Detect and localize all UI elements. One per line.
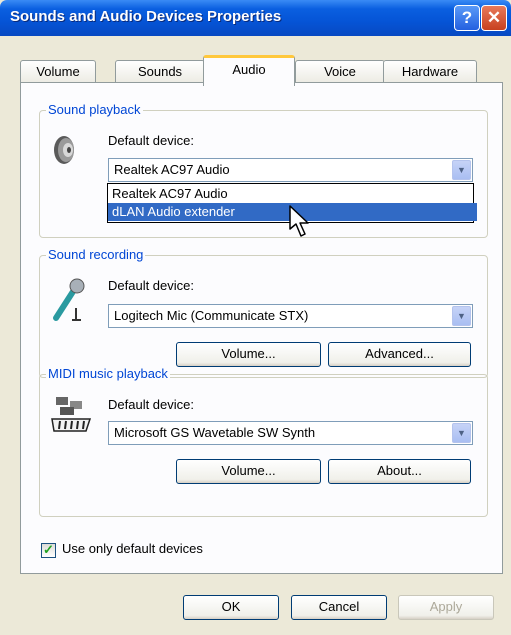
tab-hardware[interactable]: Hardware xyxy=(383,60,477,83)
playback-device-value: Realtek AC97 Audio xyxy=(114,162,230,177)
use-default-devices-label[interactable]: Use only default devices xyxy=(62,541,203,556)
recording-device-select[interactable]: Logitech Mic (Communicate STX) ▼ xyxy=(108,304,473,328)
midi-playback-group: MIDI music playback Default device: Micr… xyxy=(39,366,488,517)
window-title: Sounds and Audio Devices Properties xyxy=(10,8,282,25)
tab-panel-audio: Sound playback Default device: Realtek A… xyxy=(20,82,503,574)
use-default-devices-checkbox[interactable]: ✓ xyxy=(41,542,56,558)
speaker-icon xyxy=(54,136,74,164)
tab-volume[interactable]: Volume xyxy=(20,60,96,83)
dropdown-option[interactable]: Realtek AC97 Audio xyxy=(108,185,477,203)
playback-device-select[interactable]: Realtek AC97 Audio ▼ xyxy=(108,158,473,182)
dialog-window: Sounds and Audio Devices Properties ? ✕ … xyxy=(0,0,511,635)
sound-playback-label: Sound playback xyxy=(46,102,143,117)
tab-audio[interactable]: Audio xyxy=(203,55,295,86)
sound-recording-label: Sound recording xyxy=(46,247,146,262)
cancel-button[interactable]: Cancel xyxy=(291,595,387,620)
midi-playback-label: MIDI music playback xyxy=(46,366,170,381)
apply-button: Apply xyxy=(398,595,494,620)
midi-device-value: Microsoft GS Wavetable SW Synth xyxy=(114,425,316,440)
tab-sounds[interactable]: Sounds xyxy=(115,60,205,83)
mouse-cursor-icon xyxy=(289,205,309,237)
checkmark-icon: ✓ xyxy=(43,542,54,557)
title-bar[interactable]: Sounds and Audio Devices Properties ? ✕ xyxy=(0,0,511,36)
recording-device-value: Logitech Mic (Communicate STX) xyxy=(114,308,309,323)
recording-volume-button[interactable]: Volume... xyxy=(176,342,321,367)
chevron-down-icon[interactable]: ▼ xyxy=(452,160,471,180)
sound-recording-group: Sound recording Default device: Logitech… xyxy=(39,247,488,378)
chevron-down-icon[interactable]: ▼ xyxy=(452,423,471,443)
midi-default-device-label: Default device: xyxy=(108,397,194,412)
recording-advanced-button[interactable]: Advanced... xyxy=(328,342,471,367)
microphone-icon xyxy=(53,278,85,321)
close-button[interactable]: ✕ xyxy=(481,5,507,31)
midi-about-button[interactable]: About... xyxy=(328,459,471,484)
tab-voice[interactable]: Voice xyxy=(295,60,385,83)
midi-volume-button[interactable]: Volume... xyxy=(176,459,321,484)
midi-device-select[interactable]: Microsoft GS Wavetable SW Synth ▼ xyxy=(108,421,473,445)
chevron-down-icon[interactable]: ▼ xyxy=(452,306,471,326)
playback-default-device-label: Default device: xyxy=(108,133,194,148)
midi-keyboard-icon xyxy=(51,397,92,432)
ok-button[interactable]: OK xyxy=(183,595,279,620)
help-button[interactable]: ? xyxy=(454,5,480,31)
recording-default-device-label: Default device: xyxy=(108,278,194,293)
